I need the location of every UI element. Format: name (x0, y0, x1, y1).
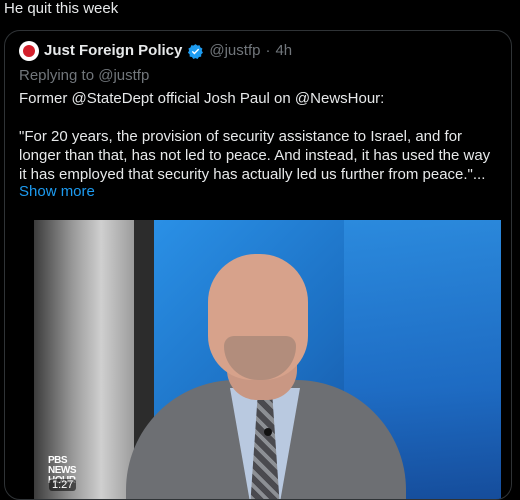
lapel-mic (264, 428, 272, 436)
replying-to-mention[interactable]: @justfp (98, 67, 149, 84)
separator-dot: · (265, 42, 271, 59)
avatar[interactable] (19, 41, 39, 61)
quoted-post-body: Former @StateDept official Josh Paul on … (19, 89, 499, 184)
quoted-post-card[interactable]: Just Foreign Policy @justfp · 4h Replyin… (4, 30, 512, 500)
replying-to-prefix: Replying to (19, 67, 95, 84)
replying-to: Replying to @justfp (19, 66, 149, 86)
video-timestamp: 1:27 (49, 479, 77, 491)
author-name[interactable]: Just Foreign Policy (44, 41, 182, 61)
quoted-post-header: Just Foreign Policy @justfp · 4h (19, 41, 292, 61)
post-time[interactable]: 4h (275, 41, 292, 61)
author-handle[interactable]: @justfp (209, 41, 260, 61)
verified-badge-icon (188, 43, 204, 59)
show-more-link[interactable]: Show more (19, 182, 95, 202)
post-text: He quit this week (4, 0, 119, 17)
video-player[interactable]: PBS NEWS HOUR 1:27 (34, 220, 501, 499)
body-line-1: Former @StateDept official Josh Paul on … (19, 90, 385, 107)
body-quote: "For 20 years, the provision of security… (19, 128, 491, 183)
